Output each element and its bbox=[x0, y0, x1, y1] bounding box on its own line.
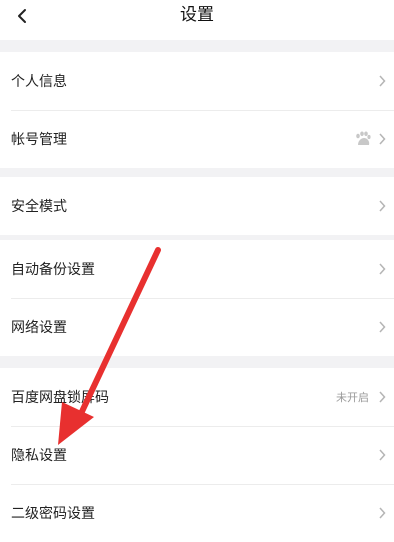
baidu-paw-icon bbox=[356, 131, 371, 145]
chevron-right-icon bbox=[379, 507, 386, 519]
settings-item-label: 自动备份设置 bbox=[11, 262, 95, 278]
settings-group-network: 自动备份设置 网络设置 bbox=[0, 240, 394, 356]
settings-item-label: 个人信息 bbox=[11, 74, 67, 90]
chevron-right-icon bbox=[379, 75, 386, 87]
settings-item-label: 网络设置 bbox=[11, 320, 67, 336]
settings-item-label: 百度网盘锁屏码 bbox=[11, 390, 109, 406]
settings-item-label: 隐私设置 bbox=[11, 448, 67, 464]
chevron-right-icon bbox=[379, 391, 386, 403]
chevron-right-icon bbox=[379, 200, 386, 212]
settings-group-privacy: 百度网盘锁屏码 未开启 隐私设置 二级密码设置 bbox=[0, 368, 394, 542]
settings-item-auto-backup[interactable]: 自动备份设置 bbox=[0, 240, 394, 298]
chevron-right-icon bbox=[379, 321, 386, 333]
settings-group-safety: 安全模式 bbox=[0, 177, 394, 235]
page-title: 设置 bbox=[180, 5, 214, 25]
settings-item-label: 帐号管理 bbox=[11, 132, 67, 148]
status-text: 未开启 bbox=[336, 391, 369, 404]
settings-group-account: 个人信息 帐号管理 bbox=[0, 52, 394, 168]
chevron-right-icon bbox=[379, 449, 386, 461]
settings-item-privacy[interactable]: 隐私设置 bbox=[0, 426, 394, 484]
settings-item-secondary-password[interactable]: 二级密码设置 bbox=[0, 484, 394, 542]
settings-item-account-management[interactable]: 帐号管理 bbox=[0, 110, 394, 168]
title-bar: 设置 bbox=[0, 0, 394, 40]
settings-item-lock-code[interactable]: 百度网盘锁屏码 未开启 bbox=[0, 368, 394, 426]
settings-item-network[interactable]: 网络设置 bbox=[0, 298, 394, 356]
chevron-right-icon bbox=[379, 263, 386, 275]
settings-item-label: 安全模式 bbox=[11, 199, 67, 215]
settings-item-personal-info[interactable]: 个人信息 bbox=[0, 52, 394, 110]
settings-item-label: 二级密码设置 bbox=[11, 506, 95, 522]
chevron-right-icon bbox=[379, 133, 386, 145]
settings-item-safe-mode[interactable]: 安全模式 bbox=[0, 177, 394, 235]
